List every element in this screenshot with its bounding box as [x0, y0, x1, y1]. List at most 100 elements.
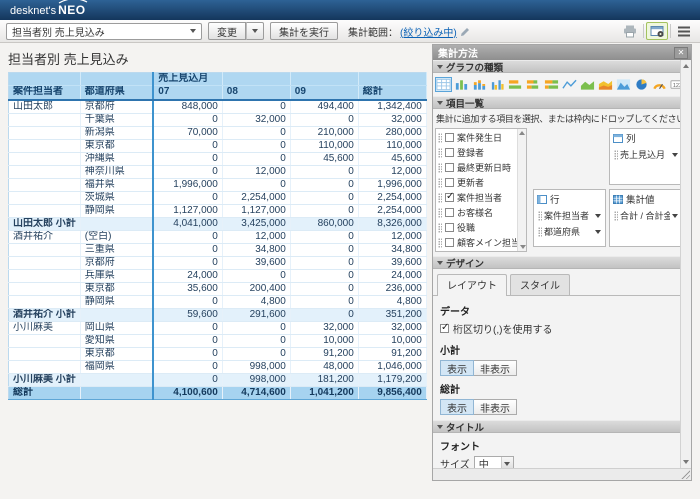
field-item[interactable]: 顧客メイン担当者 — [436, 235, 517, 250]
table-cell: 1,342,400 — [358, 100, 426, 114]
pivot-table: 売上見込月案件担当者都道府県070809総計山田太郎京都府848,0000494… — [8, 72, 427, 400]
drop-box-item[interactable]: 売上見込月 — [612, 147, 680, 162]
panel-scrollbar[interactable] — [680, 60, 691, 468]
change-button[interactable]: 変更 — [208, 22, 246, 40]
data-label: データ — [440, 303, 673, 318]
field-item[interactable]: お客様名 — [436, 205, 517, 220]
section-title-settings[interactable]: タイトル — [433, 420, 680, 433]
checkbox-checked-icon[interactable] — [445, 193, 454, 202]
table-cell: 10,000 — [358, 334, 426, 347]
table-cell: 45,600 — [358, 152, 426, 165]
print-button[interactable] — [619, 22, 641, 40]
section-title-label: タイトル — [446, 420, 484, 434]
numeric-chart-icon[interactable]: 123 — [669, 77, 680, 92]
checkbox-icon[interactable] — [445, 238, 454, 247]
collapse-triangle-icon — [437, 65, 443, 69]
resize-grip-icon[interactable] — [680, 469, 690, 479]
report-select[interactable]: 担当者別 売上見込み — [6, 23, 202, 40]
area-chart-icon[interactable] — [579, 77, 596, 92]
column-group-header-cell — [290, 73, 358, 86]
digit-separator-option[interactable]: 桁区切り(,)を使用する — [440, 321, 673, 336]
stacked-bar-chart-icon[interactable] — [525, 77, 542, 92]
table-cell: 0 — [290, 230, 358, 243]
row-box-label: 行 — [550, 192, 560, 206]
grand-total-show-button[interactable]: 表示 — [440, 399, 474, 415]
drop-box-item[interactable]: 都道府県 — [536, 224, 603, 239]
scroll-down-icon[interactable] — [683, 460, 689, 464]
toolbar-right-icons — [619, 20, 695, 42]
table-row: 小川麻美岡山県0032,00032,000 — [9, 321, 427, 334]
line-chart-icon[interactable] — [561, 77, 578, 92]
full-stacked-bar-chart-icon[interactable] — [543, 77, 560, 92]
scroll-up-icon[interactable] — [683, 64, 689, 68]
checkbox-icon[interactable] — [445, 163, 454, 172]
grand-total-toggle: 表示 非表示 — [440, 399, 673, 415]
section-item-list[interactable]: 項目一覧 — [433, 96, 680, 109]
table-cell: 39,600 — [222, 256, 290, 269]
table-cell: 茨城県 — [80, 191, 153, 204]
drop-box-item[interactable]: 案件担当者 — [536, 208, 603, 223]
table-cell: 沖縄県 — [80, 152, 153, 165]
scroll-up-icon[interactable] — [519, 131, 525, 135]
subtotal-show-button[interactable]: 表示 — [440, 360, 474, 376]
field-item[interactable]: 最終更新日時 — [436, 160, 517, 175]
edit-pencil-icon[interactable] — [459, 25, 471, 37]
bar-chart-icon[interactable] — [507, 77, 524, 92]
column-header-cell: 総計 — [358, 86, 426, 100]
field-item[interactable]: 案件発生日 — [436, 130, 517, 145]
checkbox-checked-icon[interactable] — [440, 324, 449, 333]
table-cell — [80, 217, 153, 230]
table-cell: 0 — [290, 256, 358, 269]
column-header-cell: 08 — [222, 86, 290, 100]
list-menu-button[interactable] — [673, 22, 695, 40]
filtering-link[interactable]: (絞り込み中) — [400, 24, 457, 39]
scroll-down-icon[interactable] — [520, 245, 526, 249]
table-cell: 0 — [153, 334, 222, 347]
table-cell — [80, 308, 153, 321]
chevron-down-icon — [672, 153, 678, 157]
table-cell: 0 — [153, 113, 222, 126]
stacked-column-chart-icon[interactable] — [471, 77, 488, 92]
field-list: 案件発生日登録者最終更新日時更新者案件担当者お客様名役職顧客メイン担当者 — [435, 128, 527, 252]
stacked-area-chart-icon[interactable] — [597, 77, 614, 92]
table-cell: 神奈川県 — [80, 165, 153, 178]
settings-panel-toggle-button[interactable] — [646, 22, 668, 40]
table-cell: 1,127,000 — [153, 204, 222, 217]
table-cell: 4,800 — [358, 295, 426, 308]
change-menu-button[interactable] — [246, 22, 264, 40]
checkbox-icon[interactable] — [445, 208, 454, 217]
table-cell: 0 — [290, 243, 358, 256]
font-size-select[interactable]: 中 — [474, 456, 514, 468]
close-icon[interactable]: ✕ — [674, 47, 688, 59]
subtotal-hide-button[interactable]: 非表示 — [474, 360, 517, 376]
clustered-column-chart-icon[interactable] — [489, 77, 506, 92]
section-design[interactable]: デザイン — [433, 256, 680, 269]
field-item[interactable]: 登録者 — [436, 145, 517, 160]
tab-layout[interactable]: レイアウト — [437, 274, 507, 296]
pie-chart-icon[interactable] — [633, 77, 650, 92]
column-chart-icon[interactable] — [453, 77, 470, 92]
run-aggregation-button[interactable]: 集計を実行 — [270, 22, 338, 40]
section-graph-type[interactable]: グラフの種類 — [433, 60, 680, 73]
table-cell: 東京都 — [80, 347, 153, 360]
table-cell: 70,000 — [153, 126, 222, 139]
grand-total-hide-button[interactable]: 非表示 — [474, 399, 517, 415]
checkbox-icon[interactable] — [445, 178, 454, 187]
table-chart-icon[interactable] — [435, 77, 452, 92]
separator — [670, 24, 671, 38]
field-list-scrollbar[interactable] — [517, 129, 526, 251]
gauge-chart-icon[interactable] — [651, 77, 668, 92]
table-cell — [9, 191, 81, 204]
field-item[interactable]: 案件担当者 — [436, 190, 517, 205]
checkbox-icon[interactable] — [445, 223, 454, 232]
filled-area-chart-icon[interactable] — [615, 77, 632, 92]
tab-style[interactable]: スタイル — [510, 274, 570, 295]
field-item[interactable]: 役職 — [436, 220, 517, 235]
drop-box-item[interactable]: 合計 / 合計金額 — [612, 208, 680, 223]
table-cell — [9, 178, 81, 191]
checkbox-icon[interactable] — [445, 133, 454, 142]
field-item[interactable]: 更新者 — [436, 175, 517, 190]
chevron-down-icon — [595, 214, 601, 218]
checkbox-icon[interactable] — [445, 148, 454, 157]
table-cell: 24,000 — [358, 269, 426, 282]
